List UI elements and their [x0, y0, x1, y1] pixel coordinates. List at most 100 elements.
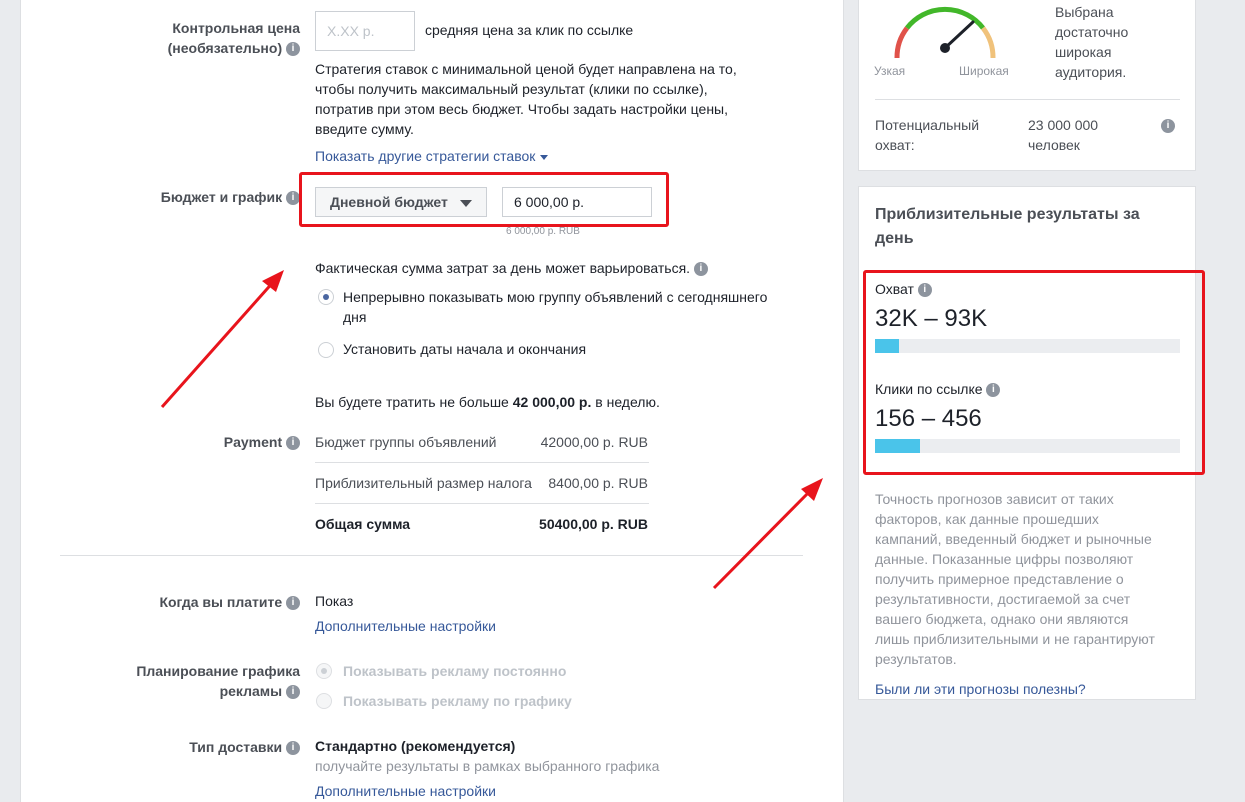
budget-hint: 6 000,00 р. RUB	[506, 226, 580, 237]
clicks-label-text: Клики по ссылке	[875, 381, 983, 397]
disclaimer-line: результатов.	[875, 651, 957, 667]
info-icon[interactable]: i	[286, 191, 300, 206]
feedback-link[interactable]: Были ли эти прогнозы полезны?	[875, 679, 1086, 699]
bid-description-line: чтобы получить максимальный результат (к…	[315, 81, 708, 97]
estimates-disclaimer: Точность прогнозов зависит от таких факт…	[875, 489, 1155, 669]
disclaimer-line: Точность прогнозов зависит от таких	[875, 491, 1114, 507]
radio-scheduled[interactable]	[316, 693, 332, 709]
potential-reach-label-line2: охват:	[875, 137, 915, 153]
estimates-title-line2: день	[875, 230, 914, 247]
budget-label-text: Бюджет и график	[160, 189, 283, 205]
audience-description-line: достаточно	[1055, 24, 1129, 40]
budget-amount-input[interactable]: 6 000,00 р.	[502, 187, 652, 217]
when-pay-label-text: Когда вы платите	[159, 594, 283, 610]
show-bid-strategies-link[interactable]: Показать другие стратегии ставок	[315, 146, 549, 166]
disclaimer-line: данные. Показанные цифры позволяют	[875, 551, 1134, 567]
info-icon[interactable]: i	[986, 383, 1001, 398]
bid-description-line: потратив при этом весь бюджет. Чтобы зад…	[315, 101, 728, 117]
audience-gauge-icon	[894, 6, 996, 59]
reach-bar-fill	[875, 339, 900, 353]
schedule-label-line2: рекламы	[219, 683, 283, 699]
bid-label-line1: Контрольная цена	[172, 20, 300, 36]
bid-amount-input[interactable]	[315, 11, 415, 51]
show-bid-strategies-label: Показать другие стратегии ставок	[315, 148, 536, 164]
clicks-bar	[875, 439, 1180, 453]
bid-label-line2-wrap: (необязательно) i	[100, 38, 300, 58]
info-icon[interactable]: i	[286, 42, 300, 57]
option-scheduled: Показывать рекламу по графику	[343, 693, 572, 709]
info-icon[interactable]: i	[917, 283, 932, 298]
budget-type-label: Дневной бюджет	[330, 194, 448, 210]
divider	[315, 503, 649, 504]
reach-bar	[875, 339, 1180, 353]
section-divider	[60, 555, 803, 556]
gauge-right-label: Широкая	[959, 64, 1009, 78]
disclaimer-line: факторов, как данные прошедших	[875, 511, 1099, 527]
when-pay-label: Когда вы платите i	[100, 592, 300, 612]
potential-reach-unit: человек	[1028, 137, 1080, 153]
weekly-prefix: Вы будете тратить не больше	[315, 394, 513, 410]
option-set-dates: Установить даты начала и окончания	[343, 341, 587, 357]
divider	[875, 99, 1180, 100]
payment-row-name: Бюджет группы объявлений	[315, 434, 497, 450]
budget-note-text: Фактическая сумма затрат за день может в…	[315, 260, 691, 276]
info-icon[interactable]: i	[286, 741, 300, 756]
info-icon[interactable]: i	[693, 262, 708, 277]
reach-value: 32K – 93K	[875, 305, 988, 332]
more-settings-link[interactable]: Дополнительные настройки	[315, 616, 496, 636]
estimates-title-line1: Приблизительные результаты за	[875, 206, 1140, 223]
schedule-label-line2-wrap: рекламы i	[100, 681, 300, 701]
info-icon[interactable]: i	[286, 596, 300, 611]
budget-type-dropdown[interactable]: Дневной бюджет	[315, 187, 487, 217]
when-pay-value: Показ	[315, 593, 354, 609]
payment-label: Payment i	[100, 432, 300, 452]
weekly-spend: Вы будете тратить не больше 42 000,00 р.…	[315, 392, 660, 412]
clicks-label: Клики по ссылке i	[875, 379, 1001, 399]
budget-note: Фактическая сумма затрат за день может в…	[315, 258, 708, 278]
delivery-value: Стандартно (рекомендуется)	[315, 738, 516, 754]
bid-label-line2: (необязательно)	[167, 40, 283, 56]
payment-total-value: 50400,00 р. RUB	[539, 516, 648, 532]
bid-description: Стратегия ставок с минимальной ценой буд…	[315, 59, 815, 139]
caret-down-icon	[459, 199, 472, 207]
reach-label-text: Охват	[875, 281, 914, 297]
clicks-bar-fill	[875, 439, 920, 453]
payment-row-value: 42000,00 р. RUB	[540, 434, 648, 450]
info-icon[interactable]: i	[1161, 119, 1175, 133]
disclaimer-line: вашего бюджета, однако они являются	[875, 611, 1129, 627]
delivery-label: Тип доставки i	[100, 737, 300, 757]
option-continuous-line2: дня	[343, 309, 367, 325]
info-icon[interactable]: i	[286, 436, 300, 451]
audience-description-line: Выбрана	[1055, 4, 1114, 20]
schedule-label: Планирование графика рекламы i	[100, 661, 300, 701]
audience-description: Выбрана достаточно широкая аудитория.	[1055, 2, 1128, 82]
audience-description-line: широкая	[1055, 44, 1112, 60]
option-continuous-line1: Непрерывно показывать мою группу объявле…	[343, 289, 768, 305]
payment-label-text: Payment	[223, 434, 283, 450]
radio-set-dates[interactable]	[318, 342, 334, 358]
info-icon[interactable]: i	[286, 685, 300, 700]
schedule-label-line1: Планирование графика	[136, 663, 300, 679]
weekly-suffix: в неделю.	[591, 394, 660, 410]
radio-always-on[interactable]	[316, 663, 332, 679]
payment-row-value: 8400,00 р. RUB	[548, 475, 648, 491]
payment-total-name: Общая сумма	[315, 516, 411, 532]
potential-reach-value: 23 000 000 человек	[1028, 115, 1098, 155]
radio-continuous[interactable]	[318, 289, 334, 305]
delivery-label-text: Тип доставки	[189, 739, 283, 755]
bid-description-line: введите сумму.	[315, 121, 414, 137]
caret-down-icon	[540, 154, 549, 160]
budget-label: Бюджет и график i	[100, 187, 300, 207]
more-settings-link[interactable]: Дополнительные настройки	[315, 781, 496, 801]
estimates-title: Приблизительные результаты за день	[875, 203, 1140, 251]
potential-reach-label: Потенциальный охват:	[875, 115, 979, 155]
reach-label: Охват i	[875, 279, 932, 299]
bid-description-line: Стратегия ставок с минимальной ценой буд…	[315, 61, 737, 77]
option-continuous: Непрерывно показывать мою группу объявле…	[343, 287, 813, 327]
divider	[315, 462, 649, 463]
audience-description-line: аудитория.	[1055, 64, 1127, 80]
potential-reach-number: 23 000 000	[1028, 117, 1099, 133]
disclaimer-line: получить примерное представление о	[875, 571, 1124, 587]
disclaimer-line: результативности, достигаемой за счет	[875, 591, 1131, 607]
bid-suffix: средняя цена за клик по ссылке	[425, 22, 634, 38]
